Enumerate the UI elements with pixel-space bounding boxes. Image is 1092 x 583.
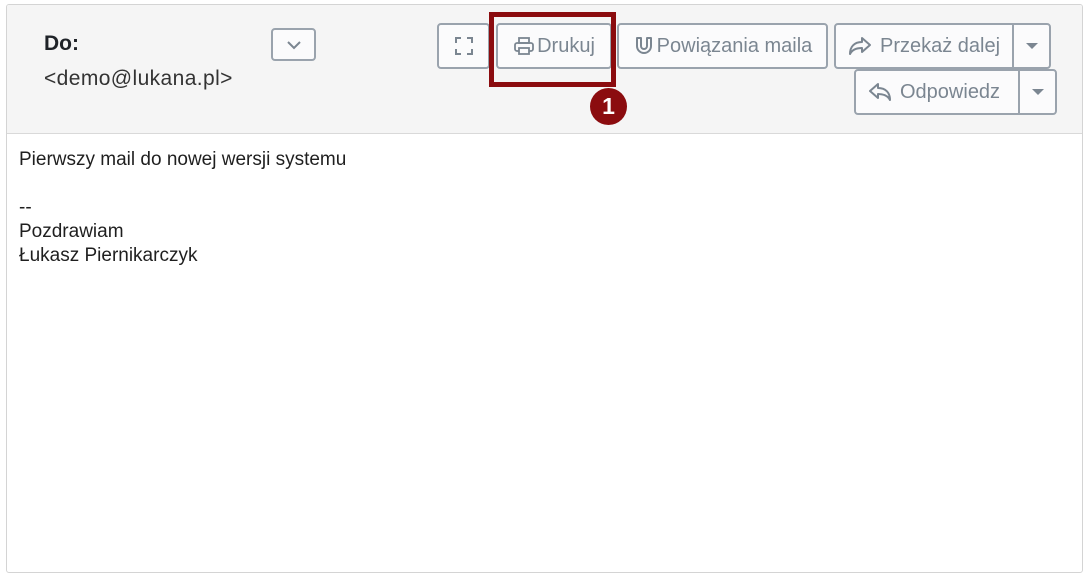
caret-down-icon bbox=[1025, 43, 1038, 49]
recipient-email: <demo@lukana.pl> bbox=[44, 67, 233, 90]
step-marker: 1 bbox=[590, 88, 627, 125]
share-arrow-icon bbox=[849, 37, 871, 55]
fullscreen-button[interactable] bbox=[437, 23, 490, 69]
reply-arrow-icon bbox=[869, 83, 891, 101]
reply-button-label: Odpowiedz bbox=[900, 80, 1001, 103]
caret-down-icon bbox=[1031, 89, 1044, 95]
reply-dropdown-toggle[interactable] bbox=[1020, 71, 1055, 113]
reply-button-group: Odpowiedz bbox=[854, 69, 1057, 115]
forward-button-label: Przekaż dalej bbox=[880, 34, 1001, 57]
magnet-icon bbox=[635, 37, 652, 54]
expand-recipients-button[interactable] bbox=[271, 28, 316, 61]
forward-dropdown-toggle[interactable] bbox=[1014, 25, 1049, 67]
message-line: Pierwszy mail do nowej wersji systemu bbox=[19, 149, 347, 170]
message-line bbox=[19, 172, 346, 196]
email-header: Do: <demo@lukana.pl> Drukuj Powiązania m… bbox=[7, 5, 1082, 134]
reply-button[interactable]: Odpowiedz bbox=[868, 81, 1018, 104]
email-preview-panel: Do: <demo@lukana.pl> Drukuj Powiązania m… bbox=[6, 4, 1083, 573]
message-line: -- bbox=[19, 197, 32, 218]
recipient-label: Do: bbox=[44, 32, 79, 55]
forward-button[interactable]: Przekaż dalej bbox=[848, 35, 1014, 58]
message-line: Pozdrawiam bbox=[19, 221, 124, 242]
fullscreen-icon bbox=[454, 37, 473, 55]
chevron-down-icon bbox=[286, 40, 301, 49]
message-body: Pierwszy mail do nowej wersji systemu --… bbox=[19, 148, 346, 268]
mail-relations-button[interactable]: Powiązania maila bbox=[617, 23, 828, 69]
print-highlight-annotation bbox=[489, 12, 616, 87]
mail-relations-label: Powiązania maila bbox=[656, 34, 813, 57]
forward-button-group: Przekaż dalej bbox=[834, 23, 1051, 69]
message-line: Łukasz Piernikarczyk bbox=[19, 245, 198, 266]
